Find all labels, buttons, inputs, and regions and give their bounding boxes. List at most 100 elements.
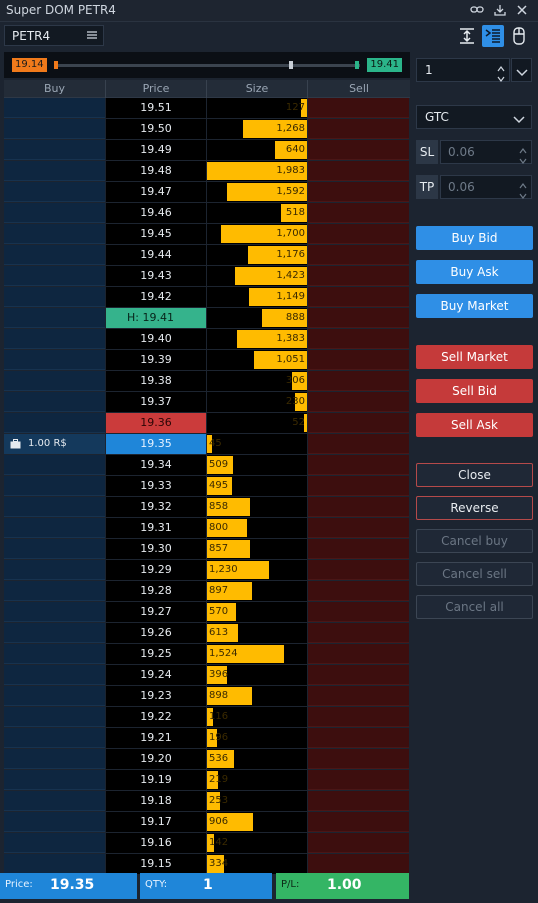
price-cell[interactable]: H: 19.41 (106, 308, 206, 328)
sell-market-button[interactable]: Sell Market (416, 345, 533, 369)
sell-cell[interactable] (308, 98, 409, 118)
sell-cell[interactable] (308, 182, 409, 202)
price-cell[interactable]: 19.29 (106, 560, 206, 580)
close-icon[interactable] (515, 3, 529, 17)
sell-cell[interactable] (308, 413, 409, 433)
price-cell[interactable]: 19.42 (106, 287, 206, 307)
tif-select[interactable]: GTC (416, 105, 532, 129)
buy-cell[interactable] (4, 266, 105, 286)
buy-ask-button[interactable]: Buy Ask (416, 260, 533, 284)
price-cell[interactable]: 19.38 (106, 371, 206, 391)
price-cell[interactable]: 19.17 (106, 812, 206, 832)
buy-cell[interactable] (4, 476, 105, 496)
buy-cell[interactable] (4, 245, 105, 265)
buy-market-button[interactable]: Buy Market (416, 294, 533, 318)
buy-cell[interactable] (4, 728, 105, 748)
buy-cell[interactable] (4, 560, 105, 580)
buy-cell[interactable] (4, 119, 105, 139)
sell-cell[interactable] (308, 833, 409, 853)
price-cell[interactable]: 19.20 (106, 749, 206, 769)
buy-cell[interactable] (4, 287, 105, 307)
sell-cell[interactable] (308, 686, 409, 706)
sell-cell[interactable] (308, 770, 409, 790)
price-cell[interactable]: 19.43 (106, 266, 206, 286)
buy-cell[interactable] (4, 518, 105, 538)
buy-cell[interactable] (4, 182, 105, 202)
sell-cell[interactable] (308, 560, 409, 580)
take-profit-up-icon[interactable] (519, 179, 527, 189)
price-cell[interactable]: 19.46 (106, 203, 206, 223)
price-cell[interactable]: 19.28 (106, 581, 206, 601)
price-cell[interactable]: 19.45 (106, 224, 206, 244)
sell-cell[interactable] (308, 266, 409, 286)
price-cell[interactable]: 19.30 (106, 539, 206, 559)
buy-cell[interactable] (4, 308, 105, 328)
buy-cell[interactable] (4, 791, 105, 811)
buy-cell[interactable] (4, 140, 105, 160)
price-cell[interactable]: 19.33 (106, 476, 206, 496)
sell-cell[interactable] (308, 371, 409, 391)
sell-cell[interactable] (308, 329, 409, 349)
sell-cell[interactable] (308, 749, 409, 769)
close-position-button[interactable]: Close (416, 463, 533, 487)
mouse-icon[interactable] (508, 25, 530, 47)
buy-cell[interactable] (4, 161, 105, 181)
sell-cell[interactable] (308, 119, 409, 139)
reverse-position-button[interactable]: Reverse (416, 496, 533, 520)
buy-cell[interactable] (4, 833, 105, 853)
buy-cell[interactable] (4, 413, 105, 433)
price-cell[interactable]: 19.25 (106, 644, 206, 664)
quantity-preset-dropdown[interactable] (511, 58, 532, 82)
cancel-all-button[interactable]: Cancel all (416, 595, 533, 619)
quantity-down-icon[interactable] (497, 72, 505, 82)
price-cell[interactable]: 19.49 (106, 140, 206, 160)
sell-cell[interactable] (308, 497, 409, 517)
buy-cell[interactable] (4, 749, 105, 769)
buy-cell[interactable] (4, 350, 105, 370)
price-cell[interactable]: 19.27 (106, 602, 206, 622)
sell-cell[interactable] (308, 224, 409, 244)
sell-cell[interactable] (308, 581, 409, 601)
price-cell[interactable]: 19.51 (106, 98, 206, 118)
sell-cell[interactable] (308, 728, 409, 748)
stop-loss-toggle[interactable]: SL (416, 140, 438, 164)
price-cell[interactable]: 19.35 (106, 434, 206, 454)
buy-cell[interactable] (4, 98, 105, 118)
price-cell[interactable]: 19.37 (106, 392, 206, 412)
sell-cell[interactable] (308, 665, 409, 685)
take-profit-input[interactable]: 0.06 (440, 175, 532, 199)
buy-cell[interactable] (4, 203, 105, 223)
price-cell[interactable]: 19.50 (106, 119, 206, 139)
link-icon[interactable] (470, 3, 484, 17)
price-cell[interactable]: 19.47 (106, 182, 206, 202)
sell-ask-button[interactable]: Sell Ask (416, 413, 533, 437)
symbol-selector[interactable]: PETR4 (4, 25, 104, 46)
price-cell[interactable]: 19.23 (106, 686, 206, 706)
price-cell[interactable]: 19.18 (106, 791, 206, 811)
center-icon[interactable] (456, 25, 478, 47)
sell-cell[interactable] (308, 392, 409, 412)
buy-cell[interactable] (4, 224, 105, 244)
take-profit-down-icon[interactable] (519, 189, 527, 199)
stop-loss-input[interactable]: 0.06 (440, 140, 532, 164)
buy-cell[interactable] (4, 854, 105, 874)
buy-cell[interactable] (4, 539, 105, 559)
buy-cell[interactable] (4, 581, 105, 601)
price-cell[interactable]: 19.48 (106, 161, 206, 181)
buy-cell[interactable] (4, 707, 105, 727)
sell-cell[interactable] (308, 140, 409, 160)
buy-cell[interactable] (4, 644, 105, 664)
buy-cell[interactable] (4, 392, 105, 412)
price-cell[interactable]: 19.32 (106, 497, 206, 517)
price-cell[interactable]: 19.15 (106, 854, 206, 874)
buy-cell[interactable] (4, 665, 105, 685)
ladder-view-icon[interactable] (482, 25, 504, 47)
sell-cell[interactable] (308, 308, 409, 328)
stop-loss-up-icon[interactable] (519, 144, 527, 154)
sell-cell[interactable] (308, 476, 409, 496)
sell-cell[interactable] (308, 791, 409, 811)
sell-bid-button[interactable]: Sell Bid (416, 379, 533, 403)
quantity-input[interactable]: 1 (416, 58, 510, 82)
price-cell[interactable]: 19.19 (106, 770, 206, 790)
price-cell[interactable]: 19.44 (106, 245, 206, 265)
